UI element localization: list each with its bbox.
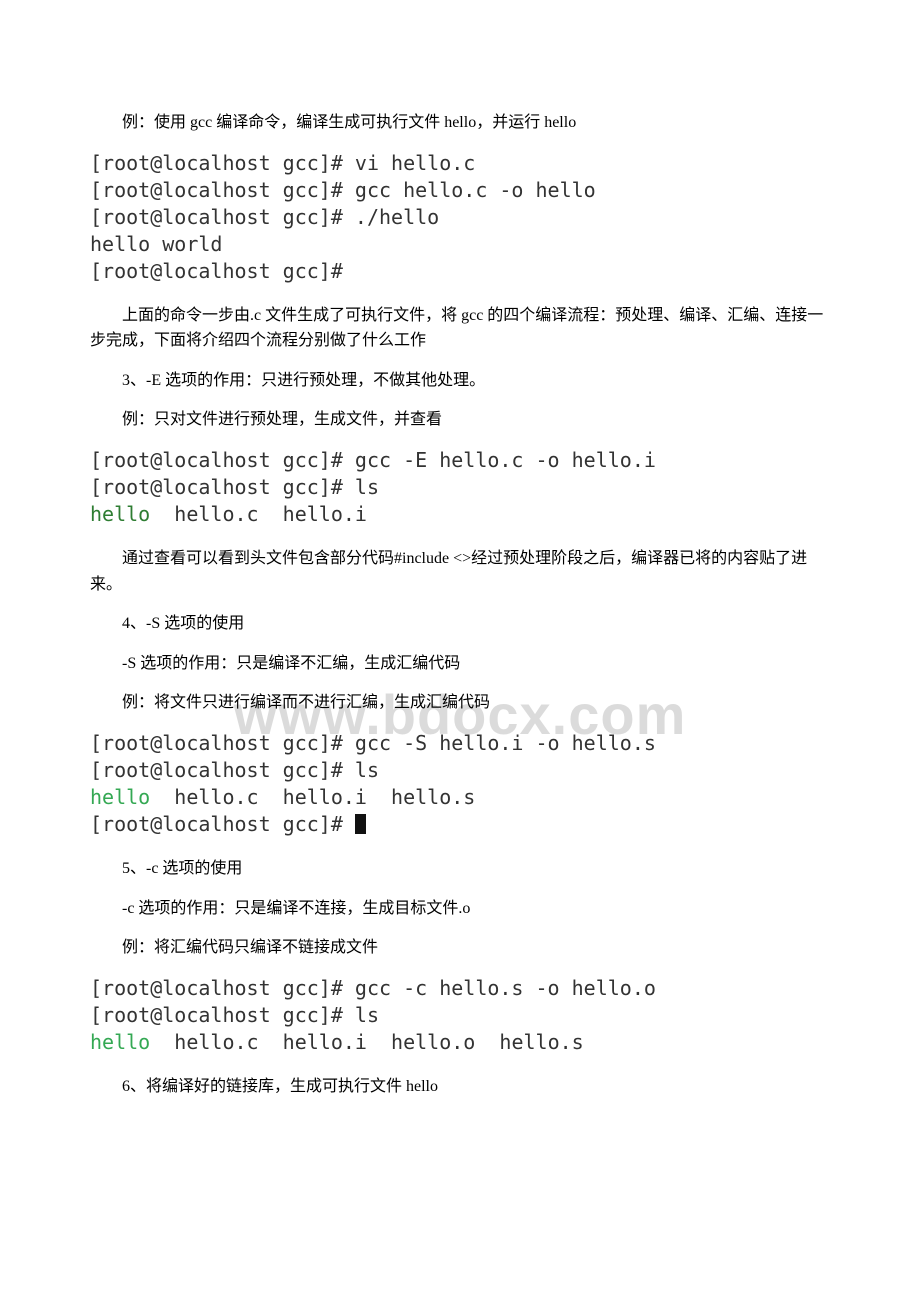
code-block-4: [root@localhost gcc]# gcc -c hello.s -o … bbox=[90, 975, 830, 1056]
paragraph-c-option-desc: -c 选项的作用：只是编译不连接，生成目标文件.o bbox=[90, 896, 830, 922]
code-line: [root@localhost gcc]# bbox=[90, 259, 343, 283]
code-line: [root@localhost gcc]# ./hello bbox=[90, 205, 439, 229]
terminal-cursor-icon bbox=[355, 814, 366, 834]
code-line: [root@localhost gcc]# gcc hello.c -o hel… bbox=[90, 178, 596, 202]
paragraph-e-example: 例：只对文件进行预处理，生成文件，并查看 bbox=[90, 407, 830, 433]
paragraph-explain-1: 上面的命令一步由.c 文件生成了可执行文件，将 gcc 的四个编译流程：预处理、… bbox=[90, 303, 830, 354]
paragraph-e-option: 3、-E 选项的作用：只进行预处理，不做其他处理。 bbox=[90, 368, 830, 394]
code-line: hello.c hello.i hello.s bbox=[150, 785, 475, 809]
code-exec-hello: hello bbox=[90, 1030, 150, 1054]
paragraph-example-gcc: 例：使用 gcc 编译命令，编译生成可执行文件 hello，并运行 hello bbox=[90, 110, 830, 136]
code-line: [root@localhost gcc]# gcc -c hello.s -o … bbox=[90, 976, 656, 1000]
code-line: [root@localhost gcc]# vi hello.c bbox=[90, 151, 475, 175]
code-line: [root@localhost gcc]# gcc -E hello.c -o … bbox=[90, 448, 656, 472]
code-line: [root@localhost gcc]# bbox=[90, 812, 355, 836]
code-line: [root@localhost gcc]# ls bbox=[90, 475, 379, 499]
paragraph-c-example: 例：将汇编代码只编译不链接成文件 bbox=[90, 935, 830, 961]
code-block-2: [root@localhost gcc]# gcc -E hello.c -o … bbox=[90, 447, 830, 528]
paragraph-link-library: 6、将编译好的链接库，生成可执行文件 hello bbox=[90, 1074, 830, 1100]
code-exec-hello: hello bbox=[90, 502, 150, 526]
paragraph-s-option-desc: -S 选项的作用：只是编译不汇编，生成汇编代码 bbox=[90, 651, 830, 677]
paragraph-explain-2: 通过查看可以看到头文件包含部分代码#include <>经过预处理阶段之后，编译… bbox=[90, 546, 830, 597]
paragraph-s-example: 例：将文件只进行编译而不进行汇编，生成汇编代码 bbox=[90, 690, 830, 716]
code-line: hello.c hello.i hello.o hello.s bbox=[150, 1030, 583, 1054]
code-line: [root@localhost gcc]# ls bbox=[90, 1003, 379, 1027]
code-block-1: [root@localhost gcc]# vi hello.c [root@l… bbox=[90, 150, 830, 285]
code-exec-hello: hello bbox=[90, 785, 150, 809]
paragraph-s-option-title: 4、-S 选项的使用 bbox=[90, 611, 830, 637]
code-line: [root@localhost gcc]# gcc -S hello.i -o … bbox=[90, 731, 656, 755]
paragraph-c-option-title: 5、-c 选项的使用 bbox=[90, 856, 830, 882]
code-line: hello world bbox=[90, 232, 222, 256]
code-line: [root@localhost gcc]# ls bbox=[90, 758, 379, 782]
code-block-3: [root@localhost gcc]# gcc -S hello.i -o … bbox=[90, 730, 830, 838]
document-content: 例：使用 gcc 编译命令，编译生成可执行文件 hello，并运行 hello … bbox=[90, 110, 830, 1099]
code-line: hello.c hello.i bbox=[150, 502, 367, 526]
